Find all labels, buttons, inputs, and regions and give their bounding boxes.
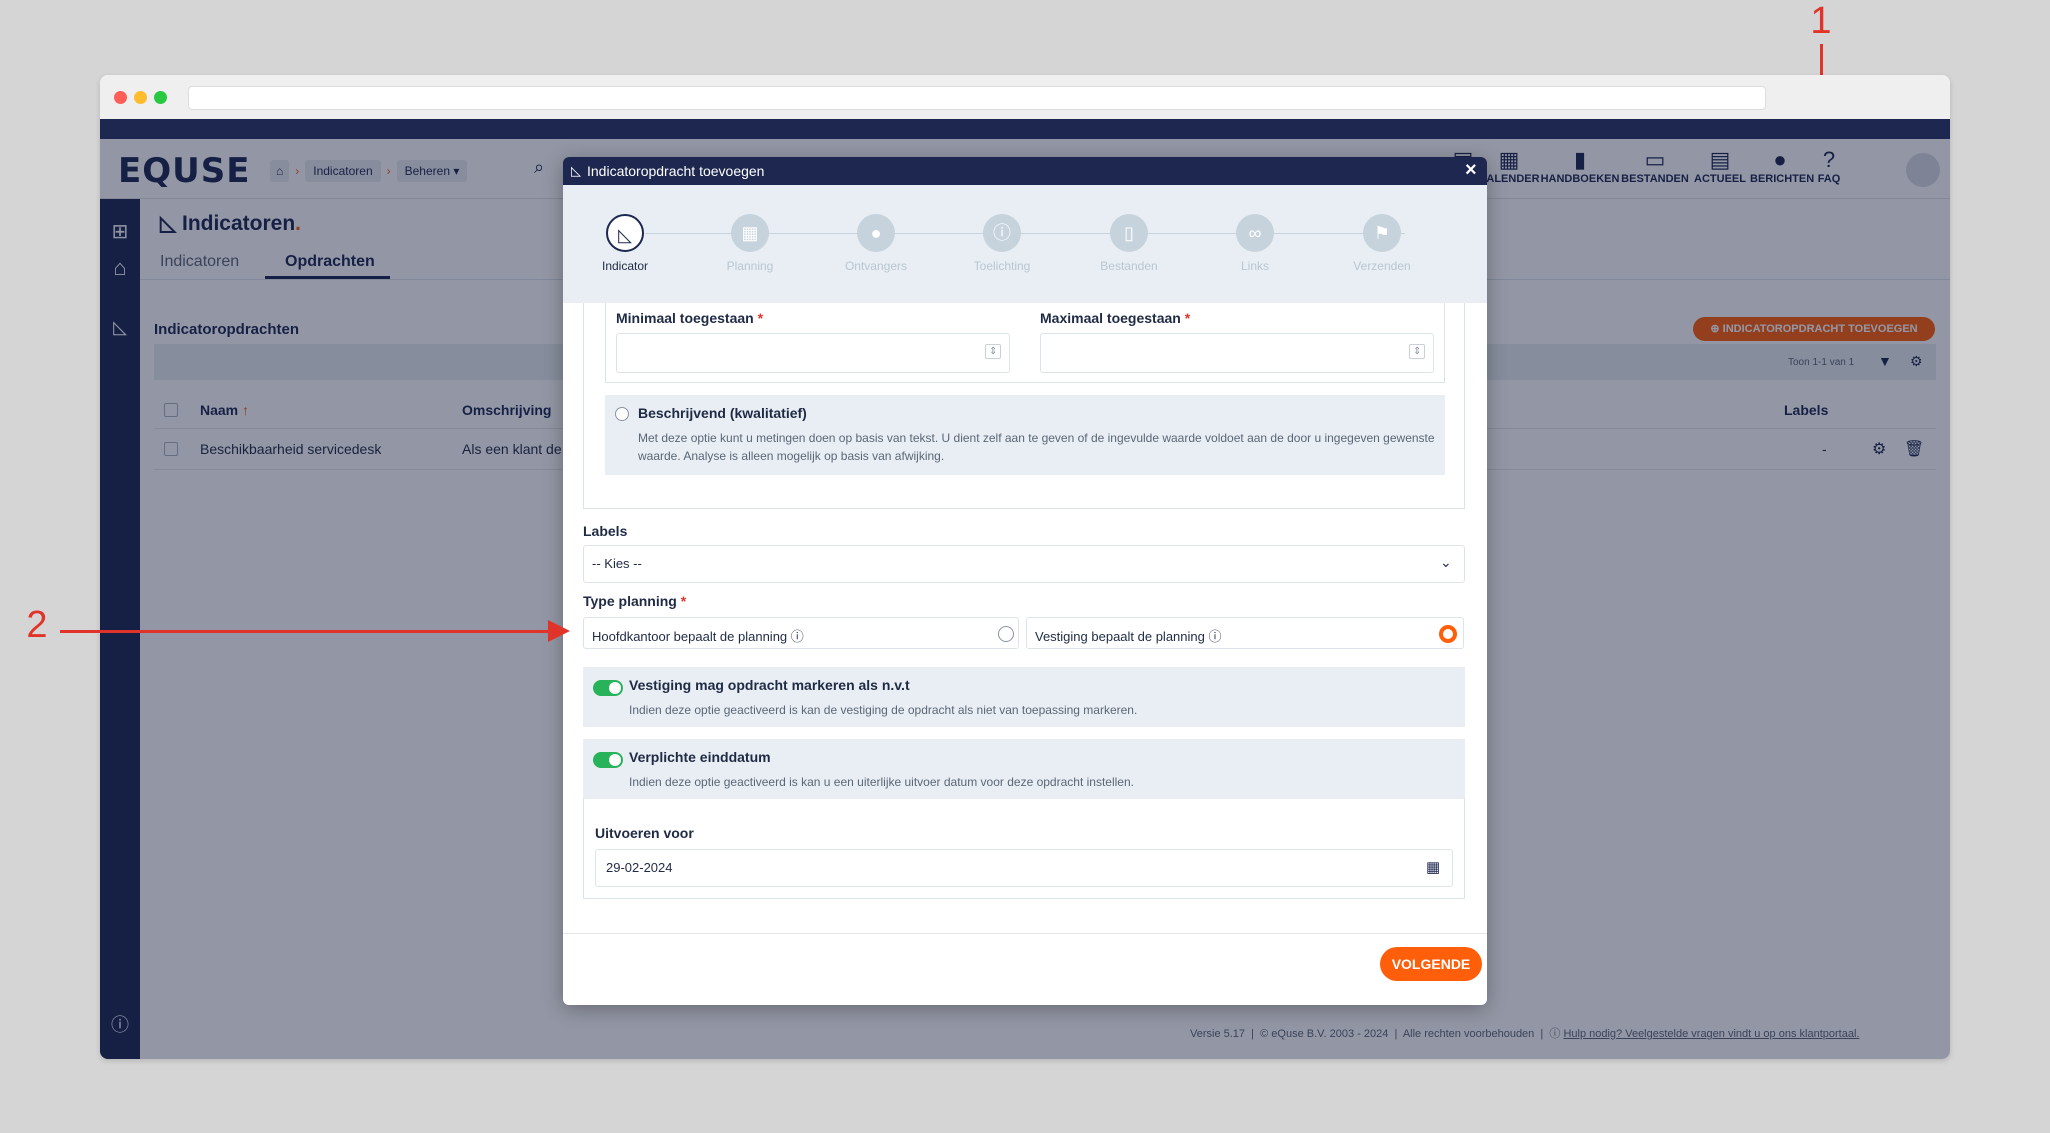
step-label-ontvangers: Ontvangers	[844, 259, 908, 273]
step-link-icon[interactable]: ∞	[1236, 214, 1274, 252]
step-info-icon[interactable]: ⓘ	[983, 214, 1021, 252]
info-icon[interactable]: ⓘ	[791, 629, 804, 644]
labels-select[interactable]: -- Kies -- ⌄	[583, 545, 1465, 583]
descriptive-text: Met deze optie kunt u metingen doen op b…	[638, 431, 1435, 463]
required-mark: *	[1184, 310, 1191, 326]
ruler-icon: ◺	[571, 163, 581, 178]
step-label-links: Links	[1240, 259, 1269, 273]
toggle-einddatum-switch[interactable]	[593, 752, 623, 768]
stepper-arrows-icon[interactable]: ⇕	[985, 344, 1002, 359]
step-label-indicator: Indicator	[601, 259, 649, 273]
chevron-down-icon: ⌄	[1440, 554, 1452, 570]
annotation-arrow-2-shaft	[60, 630, 554, 633]
planning-option-label: Hoofdkantoor bepaalt de planning ⓘ	[592, 626, 804, 645]
modal-footer-divider	[563, 933, 1487, 934]
stepper-arrows-icon[interactable]: ⇕	[1409, 344, 1426, 359]
modal-title: Indicatoropdracht toevoegen	[587, 163, 765, 179]
step-user-icon[interactable]: ●	[857, 214, 895, 252]
min-label-text: Minimaal toegestaan	[616, 310, 754, 326]
step-label-verzenden: Verzenden	[1353, 259, 1411, 273]
due-date-input[interactable]: 29-02-2024 ▦	[595, 849, 1453, 887]
due-date-label: Uitvoeren voor	[595, 825, 694, 841]
labels-label: Labels	[583, 523, 628, 539]
planning-option-hoofdkantoor[interactable]: Hoofdkantoor bepaalt de planning ⓘ	[583, 617, 1019, 649]
window-minimize-dot[interactable]	[134, 91, 147, 104]
step-file-icon[interactable]: ▯	[1110, 214, 1148, 252]
toggle-nvt-title: Vestiging mag opdracht markeren als n.v.…	[629, 677, 910, 693]
browser-window: EQUSE ⌂ › Indicatoren › Beheren ▾ ⌕ ▤N ▦…	[100, 75, 1950, 1059]
planning-label-text: Type planning	[583, 593, 677, 609]
due-date-value: 29-02-2024	[606, 860, 673, 875]
window-maximize-dot[interactable]	[154, 91, 167, 104]
toggle-einddatum-text: Indien deze optie geactiveerd is kan u e…	[629, 775, 1134, 789]
descriptive-title: Beschrijvend (kwalitatief)	[638, 405, 807, 421]
annotation-number-1: 1	[1810, 0, 1832, 42]
browser-chrome	[100, 75, 1950, 119]
planning-option-vestiging[interactable]: Vestiging bepaalt de planning ⓘ	[1026, 617, 1464, 649]
planning-option-label: Vestiging bepaalt de planning ⓘ	[1035, 626, 1222, 645]
top-strip	[100, 119, 1950, 139]
step-indicator-icon[interactable]: ◺	[606, 214, 644, 252]
calendar-icon[interactable]: ▦	[1426, 858, 1440, 876]
toggle-nvt-switch[interactable]	[593, 680, 623, 696]
window-close-dot[interactable]	[114, 91, 127, 104]
modal-header: ◺ Indicatoropdracht toevoegen ×	[563, 157, 1487, 185]
annotation-arrow-2-head	[548, 620, 570, 642]
min-input[interactable]: ⇕	[616, 333, 1010, 373]
toggle-einddatum-title: Verplichte einddatum	[629, 749, 771, 765]
annotation-number-2: 2	[26, 604, 48, 646]
step-label-bestanden: Bestanden	[1100, 259, 1158, 273]
add-indicatoropdracht-modal: ◺ Indicatoropdracht toevoegen × ◺ Indica…	[563, 157, 1487, 1005]
step-label-toelichting: Toelichting	[973, 259, 1031, 273]
planning-radio-vestiging-selected[interactable]	[1439, 625, 1457, 643]
required-mark: *	[757, 310, 764, 326]
max-label: Maximaal toegestaan *	[1040, 310, 1190, 326]
planning-label: Type planning *	[583, 593, 686, 609]
info-icon[interactable]: ⓘ	[1209, 629, 1222, 644]
labels-select-value: -- Kies --	[592, 556, 642, 571]
next-button[interactable]: VOLGENDE	[1380, 947, 1482, 981]
step-indicator: ◺ Indicator ▦ Planning ● Ontvangers ⓘ To…	[563, 185, 1487, 303]
modal-close-button[interactable]: ×	[1465, 159, 1477, 182]
planning-radio-hoofdkantoor[interactable]	[998, 626, 1014, 642]
step-label-planning: Planning	[726, 259, 774, 273]
step-flag-icon[interactable]: ⚑	[1363, 214, 1401, 252]
min-label: Minimaal toegestaan *	[616, 310, 763, 326]
max-label-text: Maximaal toegestaan	[1040, 310, 1181, 326]
planning-option-text: Vestiging bepaalt de planning	[1035, 629, 1205, 644]
descriptive-radio[interactable]	[615, 407, 629, 421]
address-bar[interactable]	[188, 86, 1766, 110]
planning-option-text: Hoofdkantoor bepaalt de planning	[592, 629, 788, 644]
max-input[interactable]: ⇕	[1040, 333, 1434, 373]
required-mark: *	[680, 593, 687, 609]
step-calendar-icon[interactable]: ▦	[731, 214, 769, 252]
toggle-nvt-text: Indien deze optie geactiveerd is kan de …	[629, 703, 1138, 717]
